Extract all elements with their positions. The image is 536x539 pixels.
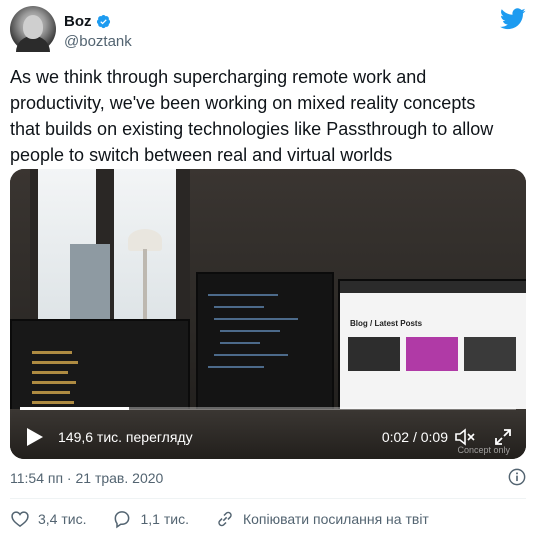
- tweet-text: As we think through supercharging remote…: [10, 67, 494, 165]
- reply-button[interactable]: 1,1 тис.: [112, 509, 189, 529]
- timestamp[interactable]: 11:54 пп · 21 трав. 2020: [10, 470, 163, 486]
- like-count: 3,4 тис.: [38, 511, 87, 527]
- thumbnail: [464, 337, 516, 371]
- code-line: [208, 366, 264, 368]
- play-icon[interactable]: [26, 427, 44, 447]
- name-row: Boz: [64, 13, 111, 30]
- video-time: 0:02 / 0:09: [381, 429, 448, 445]
- thumbnail: [406, 337, 458, 371]
- code-line: [208, 294, 278, 296]
- view-count: 149,6 тис. перегляду: [58, 429, 193, 445]
- like-button[interactable]: 3,4 тис.: [10, 509, 86, 529]
- link-icon: [218, 511, 232, 527]
- code-line: [214, 306, 264, 308]
- action-bar: 3,4 тис. 1,1 тис. Копіювати посилання на…: [10, 508, 455, 530]
- volume-icon[interactable]: [454, 428, 476, 446]
- reply-icon: [115, 511, 130, 529]
- floor-lamp: [128, 229, 162, 251]
- code-line: [220, 342, 260, 344]
- fullscreen-icon[interactable]: [494, 428, 512, 446]
- avatar-face: [23, 15, 43, 39]
- code-line: [214, 318, 298, 320]
- monitor-middle: [196, 272, 334, 412]
- video-watermark: Concept only: [457, 445, 510, 455]
- file-line: [32, 351, 72, 354]
- copy-link-button[interactable]: Копіювати посилання на твіт: [215, 509, 429, 529]
- blog-title: Blog / Latest Posts: [350, 319, 423, 328]
- info-icon[interactable]: [508, 468, 526, 486]
- file-line: [32, 371, 68, 374]
- code-line: [214, 354, 288, 356]
- heart-icon: [11, 511, 29, 528]
- progress-fill: [20, 407, 130, 410]
- tweet-header: Boz @boztank: [10, 6, 526, 54]
- reply-count: 1,1 тис.: [140, 511, 189, 527]
- file-line: [32, 391, 70, 394]
- copy-link-label: Копіювати посилання на твіт: [242, 511, 429, 527]
- monitor-right: Blog / Latest Posts: [338, 279, 526, 414]
- file-line: [32, 381, 76, 384]
- code-line: [220, 330, 280, 332]
- twitter-logo-icon[interactable]: [500, 8, 526, 30]
- avatar[interactable]: [10, 6, 56, 52]
- progress-bar[interactable]: [20, 407, 516, 410]
- divider: [10, 498, 526, 499]
- file-line: [32, 401, 74, 404]
- display-name[interactable]: Boz: [64, 13, 92, 30]
- thumbnail: [348, 337, 400, 371]
- browser-bar: [340, 281, 526, 293]
- city-building: [70, 244, 110, 324]
- video-player[interactable]: Blog / Latest Posts 149,6 тис. перегляду…: [10, 169, 526, 459]
- monitor-left: [10, 319, 190, 419]
- file-line: [32, 361, 78, 364]
- handle[interactable]: @boztank: [64, 33, 132, 50]
- verified-icon: [96, 14, 110, 29]
